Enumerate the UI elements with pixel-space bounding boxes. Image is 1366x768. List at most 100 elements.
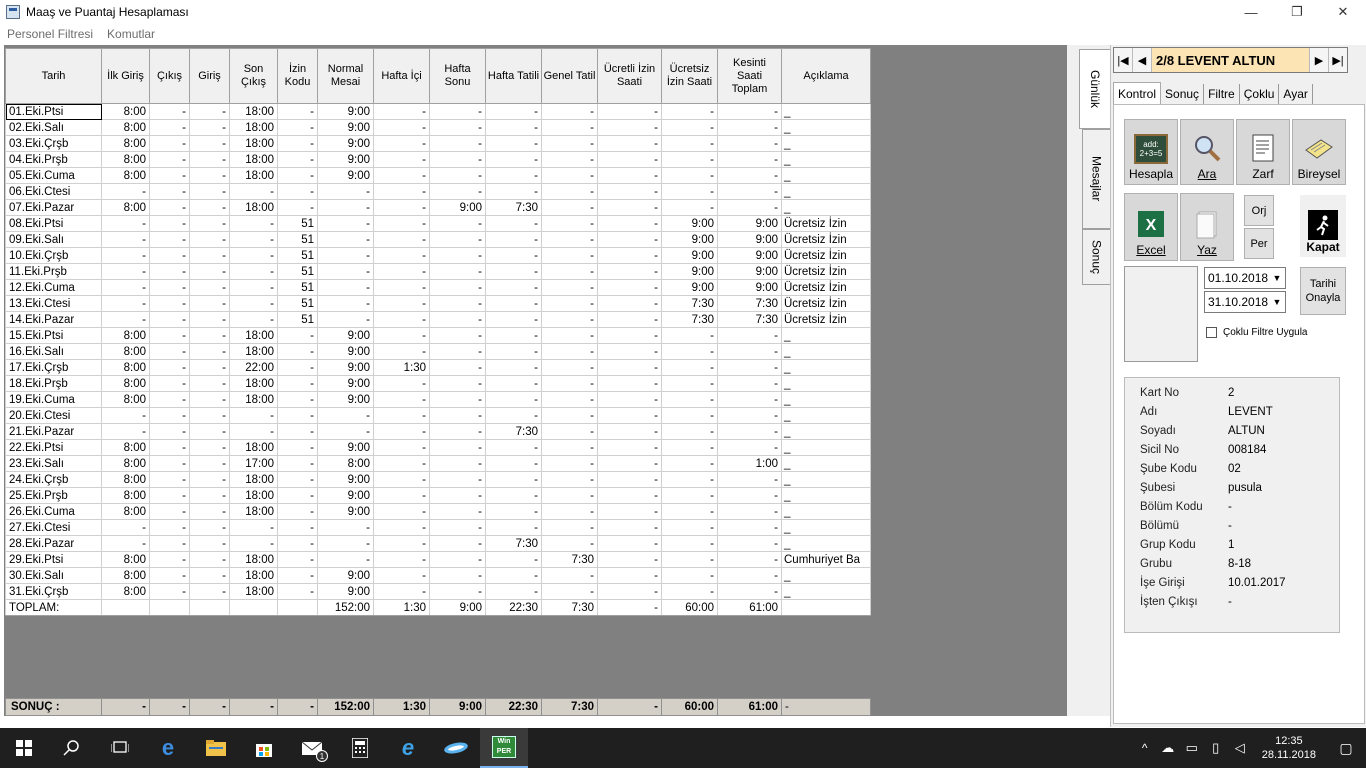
tab-sonuc[interactable]: Sonuç xyxy=(1161,84,1205,104)
table-cell[interactable]: - xyxy=(485,311,542,328)
table-cell[interactable]: - xyxy=(597,327,662,344)
table-cell[interactable]: 17.Eki.Çrşb xyxy=(5,359,102,376)
table-cell[interactable]: 23.Eki.Salı xyxy=(5,455,102,472)
table-cell[interactable]: - xyxy=(317,311,374,328)
table-cell[interactable]: 7:30 xyxy=(661,295,718,312)
chevron-down-icon[interactable]: ▼ xyxy=(1269,268,1285,288)
table-cell[interactable]: Ücretsiz İzin xyxy=(781,215,871,232)
table-cell[interactable]: - xyxy=(661,119,718,136)
table-cell[interactable]: - xyxy=(661,343,718,360)
column-header[interactable]: Kesinti Saati Toplam xyxy=(717,48,782,104)
table-cell[interactable]: - xyxy=(429,455,486,472)
table-cell[interactable]: - xyxy=(541,327,598,344)
table-cell[interactable]: _ xyxy=(781,519,871,536)
table-cell[interactable]: - xyxy=(277,343,318,360)
table-cell[interactable]: - xyxy=(429,231,486,248)
table-cell[interactable]: - xyxy=(485,151,542,168)
table-cell[interactable]: 14.Eki.Pazar xyxy=(5,311,102,328)
table-cell[interactable]: - xyxy=(317,551,374,568)
table-cell[interactable]: - xyxy=(541,423,598,440)
table-cell[interactable]: - xyxy=(717,151,782,168)
hesapla-button[interactable]: add: 2+3=5 Hesapla xyxy=(1124,119,1178,185)
table-cell[interactable]: Ücretsiz İzin xyxy=(781,231,871,248)
table-cell[interactable]: - xyxy=(597,471,662,488)
table-cell[interactable]: _ xyxy=(781,567,871,584)
table-cell[interactable]: Ücretsiz İzin xyxy=(781,295,871,312)
table-cell[interactable]: - xyxy=(429,407,486,424)
table-row[interactable]: 06.Eki.Ctesi - - - - - - - - - - - - - _ xyxy=(5,183,871,200)
internet-explorer-icon[interactable]: e xyxy=(384,728,432,768)
table-cell[interactable]: - xyxy=(229,247,278,264)
table-cell[interactable]: _ xyxy=(781,375,871,392)
table-cell[interactable]: - xyxy=(189,343,230,360)
table-row[interactable]: 19.Eki.Cuma 8:00- -18:00-9:00- - - - - - - _ xyxy=(5,391,871,408)
table-cell[interactable]: - xyxy=(597,359,662,376)
table-cell[interactable]: _ xyxy=(781,183,871,200)
table-cell[interactable]: - xyxy=(541,135,598,152)
cloud-icon[interactable]: ☁ xyxy=(1156,728,1180,768)
table-cell[interactable]: - xyxy=(485,231,542,248)
table-cell[interactable]: - xyxy=(597,279,662,296)
table-cell[interactable]: _ xyxy=(781,423,871,440)
kapat-button[interactable]: Kapat xyxy=(1300,195,1346,257)
table-cell[interactable]: 9:00 xyxy=(429,199,486,216)
table-cell[interactable]: - xyxy=(597,551,662,568)
table-cell[interactable]: - xyxy=(317,407,374,424)
table-cell[interactable]: - xyxy=(229,407,278,424)
table-cell[interactable]: - xyxy=(485,119,542,136)
table-cell[interactable]: 18:00 xyxy=(229,327,278,344)
table-row[interactable]: 16.Eki.Salı 8:00- -18:00-9:00- - - - - - - _ xyxy=(5,343,871,360)
table-row[interactable]: 02.Eki.Salı 8:00- -18:00-9:00- - - - - - - _ xyxy=(5,119,871,136)
table-cell[interactable]: 9:00 xyxy=(661,231,718,248)
table-cell[interactable]: 9:00 xyxy=(661,263,718,280)
table-cell[interactable]: 18:00 xyxy=(229,551,278,568)
table-cell[interactable]: - xyxy=(597,103,662,120)
table-cell[interactable]: 26.Eki.Cuma xyxy=(5,503,102,520)
table-cell[interactable]: - xyxy=(317,263,374,280)
table-cell[interactable]: 24.Eki.Çrşb xyxy=(5,471,102,488)
table-cell[interactable]: _ xyxy=(781,439,871,456)
table-cell[interactable]: - xyxy=(541,391,598,408)
table-cell[interactable]: - xyxy=(597,391,662,408)
table-cell[interactable]: - xyxy=(541,311,598,328)
table-cell[interactable]: - xyxy=(317,423,374,440)
table-cell[interactable]: 05.Eki.Cuma xyxy=(5,167,102,184)
table-cell[interactable]: _ xyxy=(781,471,871,488)
table-cell[interactable]: 9:00 xyxy=(317,151,374,168)
battery-icon[interactable]: ▯ xyxy=(1204,728,1228,768)
table-cell[interactable]: - xyxy=(277,455,318,472)
table-cell[interactable]: - xyxy=(277,135,318,152)
table-cell[interactable]: - xyxy=(277,583,318,600)
table-cell[interactable]: 18:00 xyxy=(229,391,278,408)
table-cell[interactable]: - xyxy=(277,519,318,536)
table-cell[interactable]: - xyxy=(189,391,230,408)
table-cell[interactable]: - xyxy=(189,183,230,200)
close-button[interactable]: ✕ xyxy=(1320,0,1366,24)
table-cell[interactable]: - xyxy=(541,167,598,184)
table-cell[interactable]: - xyxy=(277,327,318,344)
table-cell[interactable]: 8:00 xyxy=(101,567,150,584)
table-cell[interactable]: - xyxy=(597,247,662,264)
table-row[interactable]: 24.Eki.Çrşb 8:00- -18:00-9:00- - - - - - - _ xyxy=(5,471,871,488)
table-cell[interactable]: 8:00 xyxy=(101,583,150,600)
table-cell[interactable]: - xyxy=(661,151,718,168)
table-cell[interactable]: - xyxy=(277,391,318,408)
table-cell[interactable]: - xyxy=(429,263,486,280)
table-cell[interactable]: - xyxy=(101,279,150,296)
table-row[interactable]: 03.Eki.Çrşb 8:00- -18:00-9:00- - - - - - - _ xyxy=(5,135,871,152)
table-cell[interactable]: - xyxy=(277,471,318,488)
table-cell[interactable]: - xyxy=(597,487,662,504)
table-cell[interactable]: - xyxy=(373,119,430,136)
network-icon[interactable]: ▭ xyxy=(1180,728,1204,768)
table-cell[interactable]: 9:00 xyxy=(717,231,782,248)
table-cell[interactable]: - xyxy=(149,519,190,536)
table-cell[interactable]: - xyxy=(277,503,318,520)
table-cell[interactable]: - xyxy=(429,359,486,376)
table-cell[interactable]: - xyxy=(717,343,782,360)
table-cell[interactable]: Ücretsiz İzin xyxy=(781,247,871,264)
table-cell[interactable]: 9:00 xyxy=(317,471,374,488)
table-cell[interactable]: - xyxy=(277,551,318,568)
table-row[interactable]: 15.Eki.Ptsi 8:00- -18:00-9:00- - - - - - - _ xyxy=(5,327,871,344)
table-cell[interactable]: - xyxy=(429,423,486,440)
table-cell[interactable]: - xyxy=(189,119,230,136)
